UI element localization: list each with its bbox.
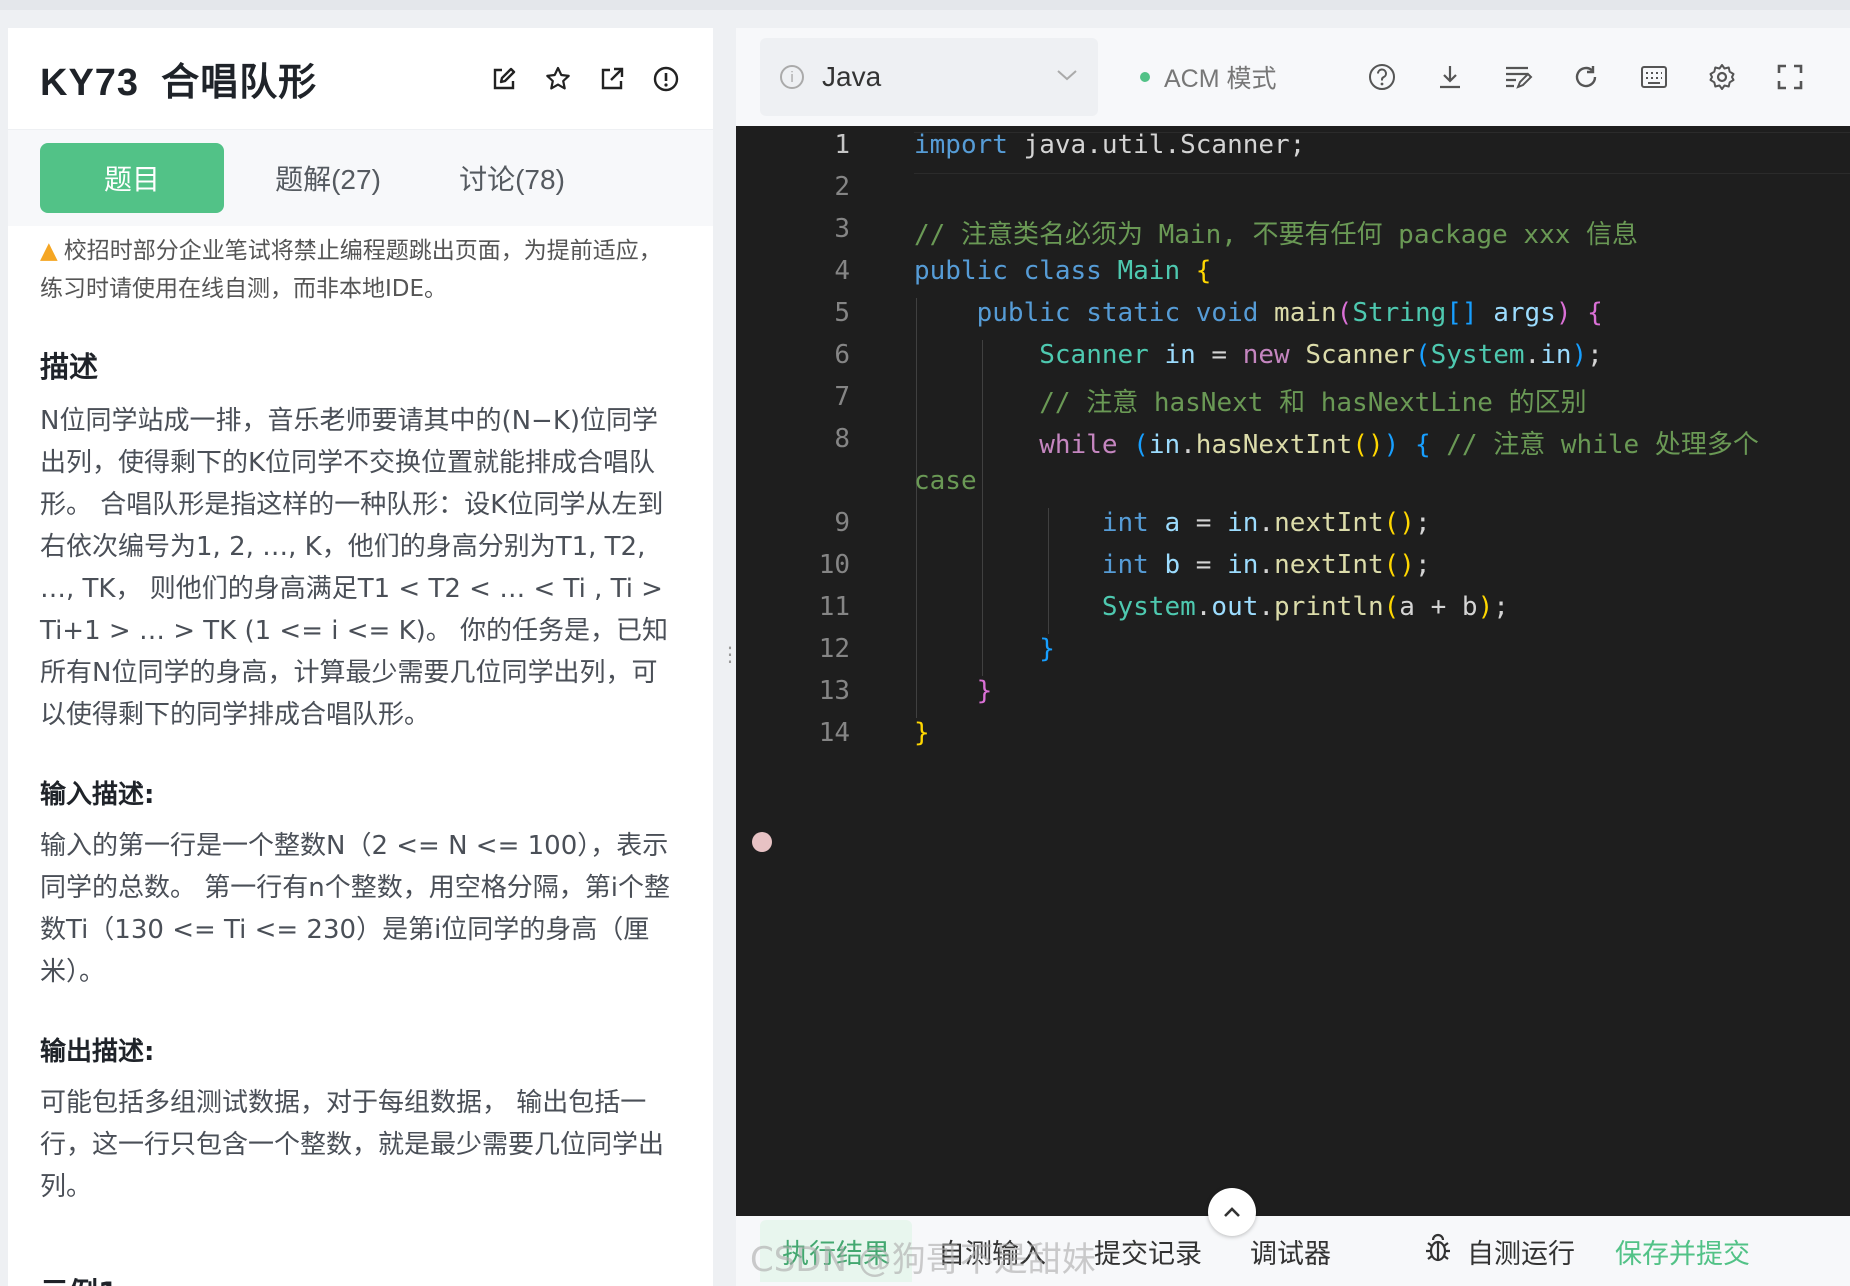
tab-result[interactable]: 执行结果 (760, 1220, 912, 1282)
top-strip (0, 0, 1850, 10)
format-icon[interactable] (1503, 62, 1533, 92)
code-line: case (914, 466, 977, 496)
output-text: 可能包括多组测试数据，对于每组数据， 输出包括一行，这一行只包含一个整数，就是最… (40, 1088, 665, 1202)
report-icon[interactable] (651, 64, 681, 94)
line-number: 5 (834, 298, 850, 328)
example-title: 示例1 (40, 1270, 681, 1286)
tab-custom-input[interactable]: 自测输入 (916, 1220, 1068, 1282)
editor-toolbar: i Java ACM 模式 (736, 28, 1850, 126)
star-icon[interactable] (543, 64, 573, 94)
external-link-icon[interactable] (597, 64, 627, 94)
save-submit-button[interactable]: 保存并提交 (1615, 1232, 1750, 1271)
problem-id: KY73 (40, 62, 140, 104)
code-line: public class Main { (914, 256, 1212, 286)
line-number: 10 (818, 550, 850, 580)
line-number: 4 (834, 256, 850, 286)
tab-problem[interactable]: 题目 (40, 143, 224, 213)
tool-icons (1367, 62, 1805, 92)
expand-panel-button[interactable] (1208, 1188, 1256, 1236)
tab-discussion[interactable]: 讨论(78) (432, 143, 592, 213)
notice: ▲ 校招时部分企业笔试将禁止编程题跳出页面，为提前适应，练习时请使用在线自测，而非… (40, 232, 681, 308)
code-line: import java.util.Scanner; (914, 130, 1306, 160)
description-title: 描述 (40, 350, 99, 384)
chevron-down-icon (1056, 68, 1078, 87)
line-number: 9 (834, 508, 850, 538)
bug-icon (1423, 1232, 1453, 1271)
line-number: 1 (834, 130, 850, 160)
line-number: 7 (834, 382, 850, 412)
tab-solutions[interactable]: 题解(27) (248, 143, 408, 213)
run-button[interactable]: 自测运行 (1423, 1232, 1575, 1271)
output-title: 输出描述: (40, 1037, 155, 1067)
line-number: 14 (818, 718, 850, 748)
breakpoint-marker[interactable] (752, 832, 772, 852)
code-line: int b = in.nextInt(); (1101, 550, 1431, 580)
line-number: 2 (834, 172, 850, 202)
code-line: } (976, 676, 993, 706)
download-icon[interactable] (1435, 62, 1465, 92)
description-text: N位同学站成一排，音乐老师要请其中的(N−K)位同学出列，使得剩下的K位同学不交… (40, 406, 669, 730)
editor-panel: i Java ACM 模式 1 2 3 4 5 6 7 8 9 10 11 12… (736, 28, 1850, 1286)
reset-icon[interactable] (1571, 62, 1601, 92)
code-line: } (1039, 634, 1055, 664)
run-label: 自测运行 (1467, 1238, 1575, 1269)
line-number: 11 (818, 592, 850, 622)
language-value: Java (822, 61, 882, 92)
language-select[interactable]: i Java (760, 38, 1098, 116)
edit-icon[interactable] (489, 64, 519, 94)
bottom-bar: 执行结果 自测输入 提交记录 调试器 自测运行 保存并提交 (736, 1188, 1850, 1286)
code-line: Scanner in = new Scanner(System.in); (1039, 340, 1603, 370)
warning-icon: ▲ (40, 238, 58, 264)
problem-name: 合唱队形 (161, 62, 318, 104)
code-line: // 注意类名必须为 Main, 不要有任何 package xxx 信息 (914, 220, 1639, 250)
problem-header: KY73 合唱队形 (8, 28, 713, 130)
code-line: int a = in.nextInt(); (1101, 508, 1431, 538)
panel-resize-handle[interactable]: ⋮ (720, 645, 740, 690)
code-line: // 注意 hasNext 和 hasNextLine 的区别 (1039, 388, 1587, 418)
mode-label: ACM 模式 (1164, 65, 1277, 93)
mode-indicator: ACM 模式 (1140, 59, 1277, 95)
problem-panel: KY73 合唱队形 题目 题解(27) 讨论(78) ▲ 校招时部分企业笔试将禁… (8, 28, 713, 1286)
notice-text: 校招时部分企业笔试将禁止编程题跳出页面，为提前适应，练习时请使用在线自测，而非本… (40, 238, 662, 302)
tab-submissions[interactable]: 提交记录 (1072, 1220, 1224, 1282)
code-editor[interactable]: 1 2 3 4 5 6 7 8 9 10 11 12 13 14 import … (736, 126, 1850, 1216)
line-number: 8 (834, 424, 850, 454)
code-line: } (914, 718, 930, 748)
line-number: 13 (818, 676, 850, 706)
line-number: 12 (818, 634, 850, 664)
problem-description: ▲ 校招时部分企业笔试将禁止编程题跳出页面，为提前适应，练习时请使用在线自测，而非… (8, 226, 713, 1286)
header-icons (489, 64, 681, 94)
keyboard-icon[interactable] (1639, 62, 1669, 92)
line-number: 3 (834, 214, 850, 244)
settings-icon[interactable] (1707, 62, 1737, 92)
code-line: public static void main(String[] args) { (976, 298, 1603, 328)
status-dot (1140, 72, 1150, 82)
fullscreen-icon[interactable] (1775, 62, 1805, 92)
problem-title: KY73 合唱队形 (40, 51, 489, 106)
help-icon[interactable] (1367, 62, 1397, 92)
info-icon: i (780, 65, 804, 89)
code-line: System.out.println(a + b); (1101, 592, 1509, 622)
app-root: KY73 合唱队形 题目 题解(27) 讨论(78) ▲ 校招时部分企业笔试将禁… (0, 0, 1850, 1286)
problem-tabs: 题目 题解(27) 讨论(78) (8, 130, 713, 226)
code-line: while (in.hasNextInt()) { // 注意 while 处理… (1039, 430, 1759, 460)
input-title: 输入描述: (40, 780, 155, 810)
line-number: 6 (834, 340, 850, 370)
input-text: 输入的第一行是一个整数N（2 <= N <= 100），表示同学的总数。 第一行… (40, 831, 670, 987)
